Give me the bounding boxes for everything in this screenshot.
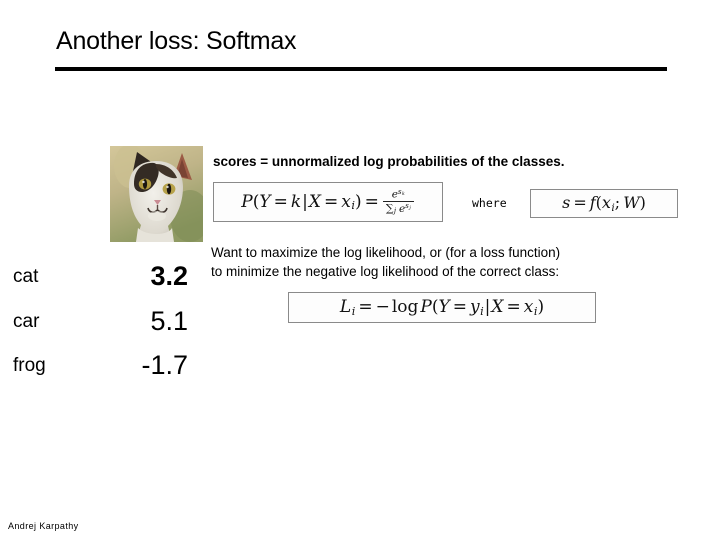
softmax-probability-formula: P(Y = k|X = xi) = esk ∑j esj — [213, 182, 443, 222]
scores-W: W — [623, 193, 640, 213]
softmax-denominator: ∑j esj — [382, 201, 414, 215]
loss-x: x — [523, 297, 534, 318]
class-score-cat: 3.2 — [150, 261, 188, 291]
softmax-num-s: s — [397, 187, 402, 196]
class-score-car: 5.1 — [150, 306, 188, 336]
loss-minus-sign: − — [375, 297, 390, 318]
class-label-car: car — [13, 311, 40, 332]
softmax-x: x — [341, 191, 351, 212]
loss-close-paren: ) — [537, 297, 545, 318]
scores-caption: scores = unnormalized log probabilities … — [213, 154, 565, 169]
softmax-formula-expression: P(Y = k|X = xi) = esk ∑j esj — [241, 187, 414, 216]
loss-P: P — [420, 297, 432, 318]
scores-eq: = — [573, 193, 587, 213]
loss-formula-expression: Li = − log P(Y = yi|X = xi) — [340, 297, 544, 317]
class-label-cat: cat — [13, 266, 39, 287]
loss-eq-3: = — [506, 297, 521, 318]
scores-semicolon: ; — [614, 193, 621, 213]
softmax-num-s-subscript: k — [402, 191, 405, 197]
loss-X: X — [491, 297, 504, 318]
objective-line-2: to minimize the negative log likelihood … — [211, 264, 560, 279]
loss-Y: Y — [438, 297, 450, 318]
softmax-conditional-bar: | — [302, 191, 308, 212]
softmax-den-s-subscript: j — [409, 206, 411, 212]
softmax-numerator: esk — [389, 187, 408, 202]
scores-definition-formula: s = f(xi; W) — [530, 189, 678, 218]
softmax-eq-1: = — [273, 191, 288, 212]
class-label-frog: frog — [13, 355, 46, 376]
softmax-eq-2: = — [324, 191, 339, 212]
page-title: Another loss: Softmax — [56, 27, 297, 55]
loss-eq: = — [358, 297, 373, 318]
loss-y: y — [469, 297, 480, 318]
footer-credit: Andrej Karpathy — [8, 521, 79, 531]
softmax-close-paren: ) — [354, 191, 362, 212]
cat-photo-illustration — [110, 146, 203, 242]
softmax-den-e: e — [399, 202, 406, 215]
where-label: where — [472, 196, 507, 210]
softmax-fraction: esk ∑j esj — [382, 187, 414, 216]
softmax-eq-3: = — [364, 191, 379, 212]
cat-photo — [110, 146, 203, 242]
objective-line-1: Want to maximize the log likelihood, or … — [211, 245, 561, 260]
loss-L: L — [339, 297, 352, 318]
loss-log: log — [391, 297, 419, 318]
softmax-num-exponent: sk — [397, 187, 405, 197]
loss-eq-2: = — [452, 297, 467, 318]
softmax-loss-formula: Li = − log P(Y = yi|X = xi) — [288, 292, 596, 323]
softmax-den-exponent: sj — [405, 202, 411, 212]
objective-text: Want to maximize the log likelihood, or … — [211, 243, 691, 281]
class-score-frog: -1.7 — [141, 350, 188, 380]
scores-close-paren: ) — [639, 193, 646, 213]
softmax-k: k — [290, 191, 302, 212]
softmax-X: X — [308, 191, 321, 212]
softmax-P: P — [241, 191, 253, 212]
scores-x: x — [601, 193, 611, 213]
scores-formula-expression: s = f(xi; W) — [562, 193, 646, 213]
title-divider — [55, 67, 667, 71]
softmax-Y: Y — [259, 191, 271, 212]
